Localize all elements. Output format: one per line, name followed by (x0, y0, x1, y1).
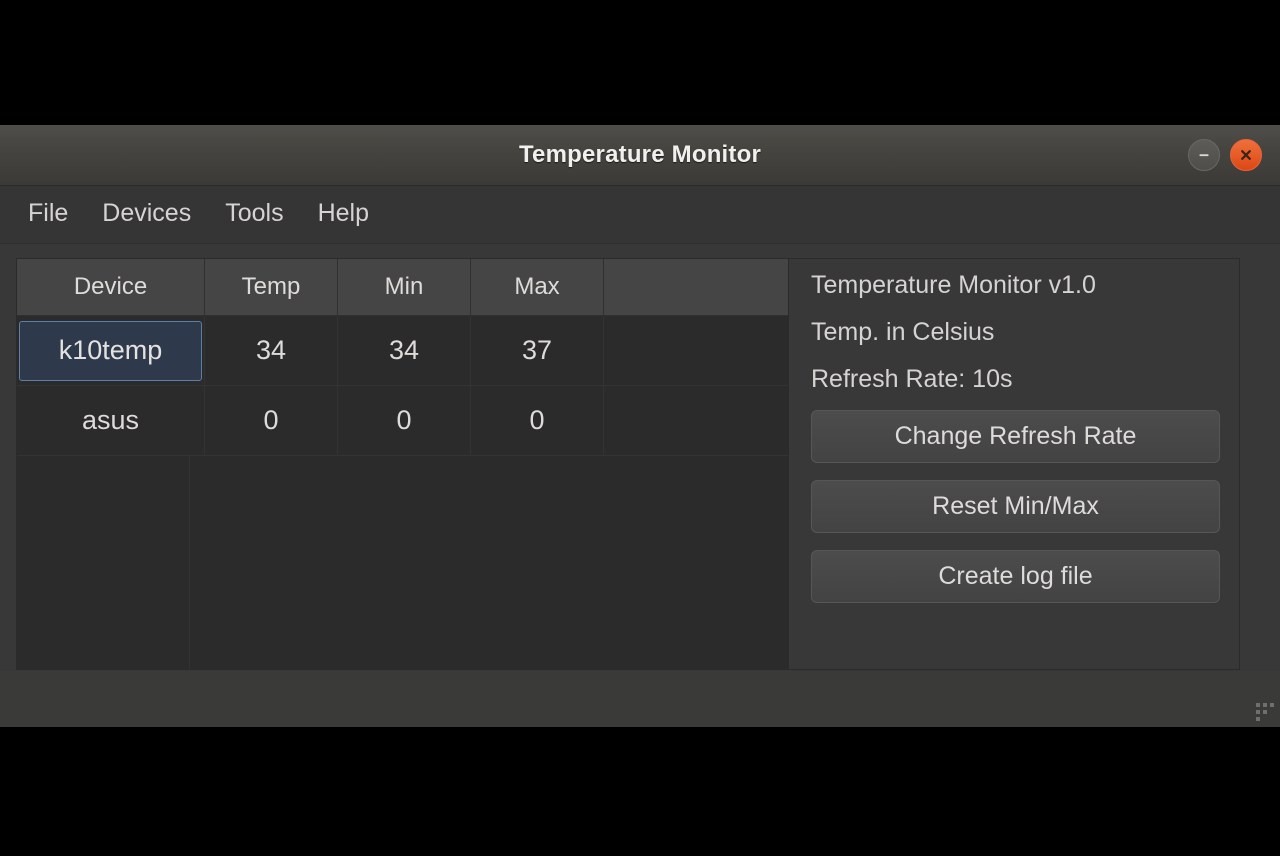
resize-grip[interactable] (1252, 699, 1274, 721)
table-row[interactable]: asus 0 0 0 (17, 385, 788, 456)
minimize-button[interactable] (1188, 139, 1220, 171)
column-header-temp[interactable]: Temp (204, 259, 338, 316)
resize-grip-dot (1270, 703, 1274, 707)
cell-min[interactable]: 0 (337, 385, 471, 456)
column-header-min[interactable]: Min (337, 259, 471, 316)
content-area: Device Temp Min Max k10temp 34 34 37 asu… (0, 244, 1280, 727)
cell-max[interactable]: 0 (470, 385, 604, 456)
cell-filler (603, 315, 788, 386)
cell-temp[interactable]: 34 (204, 315, 338, 386)
cell-max[interactable]: 37 (470, 315, 604, 386)
application-window: Temperature Monitor File Devices Tools H… (0, 125, 1280, 727)
info-app-version: Temperature Monitor v1.0 (811, 271, 1096, 299)
resize-grip-dot (1256, 717, 1260, 721)
device-table-container[interactable]: Device Temp Min Max k10temp 34 34 37 asu… (17, 259, 789, 669)
cell-device[interactable]: k10temp (17, 315, 205, 386)
close-button[interactable] (1230, 139, 1262, 171)
change-refresh-rate-button[interactable]: Change Refresh Rate (811, 410, 1220, 463)
table-empty-column (17, 456, 190, 669)
resize-grip-dot (1263, 703, 1267, 707)
cell-min[interactable]: 34 (337, 315, 471, 386)
info-temp-unit: Temp. in Celsius (811, 318, 995, 346)
resize-grip-dot (1256, 703, 1260, 707)
close-icon (1238, 147, 1254, 163)
table-header-row: Device Temp Min Max (17, 259, 788, 316)
table-empty-area (17, 456, 788, 669)
resize-grip-dot (1263, 710, 1267, 714)
cell-filler (603, 385, 788, 456)
screen: Temperature Monitor File Devices Tools H… (0, 0, 1280, 856)
reset-min-max-button[interactable]: Reset Min/Max (811, 480, 1220, 533)
panel-frame: Device Temp Min Max k10temp 34 34 37 asu… (16, 258, 1240, 670)
title-bar[interactable]: Temperature Monitor (0, 125, 1280, 186)
cell-device-label: k10temp (19, 320, 202, 381)
menu-item-help[interactable]: Help (306, 197, 385, 232)
minimize-icon (1196, 147, 1212, 163)
cell-device[interactable]: asus (17, 385, 205, 456)
window-controls (1188, 139, 1262, 171)
column-header-device[interactable]: Device (17, 259, 205, 316)
table-row[interactable]: k10temp 34 34 37 (17, 315, 788, 386)
create-log-file-button[interactable]: Create log file (811, 550, 1220, 603)
cell-temp[interactable]: 0 (204, 385, 338, 456)
side-panel: Temperature Monitor v1.0 Temp. in Celsiu… (789, 259, 1239, 669)
menu-item-devices[interactable]: Devices (90, 197, 207, 232)
info-refresh-rate: Refresh Rate: 10s (811, 365, 1013, 393)
menu-item-tools[interactable]: Tools (213, 197, 299, 232)
table-body: k10temp 34 34 37 asus 0 0 0 (17, 315, 788, 456)
status-strip (0, 671, 1280, 727)
menu-item-file[interactable]: File (16, 197, 84, 232)
column-header-filler (603, 259, 788, 316)
menu-bar: File Devices Tools Help (0, 186, 1280, 244)
device-table: Device Temp Min Max k10temp 34 34 37 asu… (17, 259, 788, 456)
table-header: Device Temp Min Max (17, 259, 788, 316)
column-header-max[interactable]: Max (470, 259, 604, 316)
resize-grip-dot (1256, 710, 1260, 714)
window-title: Temperature Monitor (518, 141, 762, 168)
